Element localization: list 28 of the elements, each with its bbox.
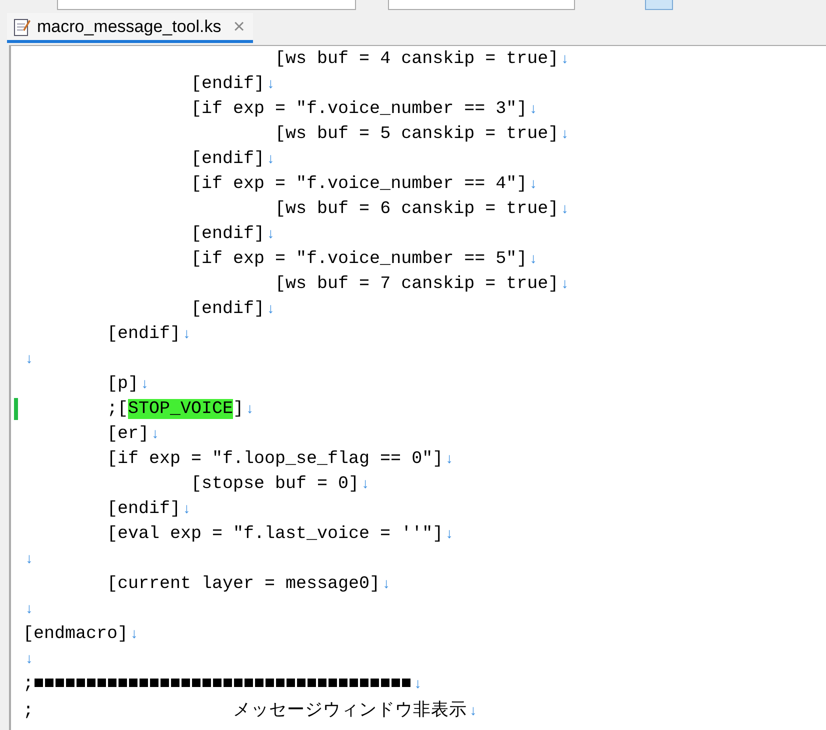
notepad-icon: [13, 16, 31, 36]
code-line: [ws buf = 6 canskip = true]↓: [274, 198, 569, 218]
code-line: ↓: [24, 600, 34, 618]
code-line: [if exp = ″f.voice_number == 3″]↓: [190, 98, 538, 118]
code-line: [current layer = message0]↓: [106, 574, 390, 594]
code-line: [endif]↓: [190, 298, 275, 318]
code-line: ↓: [24, 350, 34, 368]
code-line: ↓: [24, 650, 34, 668]
code-line: [ws buf = 5 canskip = true]↓: [274, 124, 569, 144]
code-line: [endif]↓: [106, 498, 191, 518]
file-tab[interactable]: macro_message_tool.ks ×: [7, 13, 253, 43]
code-line: ↓: [24, 550, 34, 568]
code-line: [endif]↓: [106, 324, 191, 344]
code-line: [ws buf = 7 canskip = true]↓: [274, 274, 569, 294]
code-line: [ws buf = 4 canskip = true]↓: [274, 48, 569, 68]
code-line: [p]↓: [106, 374, 149, 394]
code-line: [if exp = ″f.voice_number == 4″]↓: [190, 174, 538, 194]
code-line: [endif]↓: [190, 74, 275, 94]
code-line: [endif]↓: [190, 148, 275, 168]
code-line: [stopse buf = 0]↓: [190, 474, 370, 494]
code-line: ; メッセージウィンドウ非表示↓: [23, 700, 478, 720]
code-line: [er]↓: [106, 424, 160, 444]
code-line: [eval exp = ″f.last_voice = ''″]↓: [106, 524, 454, 544]
code-line: ;■■■■■■■■■■■■■■■■■■■■■■■■■■■■■■■■■■■■↓: [23, 674, 422, 694]
code-line: [endmacro]↓: [23, 624, 138, 644]
code-line: [if exp = ″f.voice_number == 5″]↓: [190, 248, 538, 268]
code-line: [if exp = ″f.loop_se_flag == 0″]↓: [106, 448, 454, 468]
code-line: [endif]↓: [190, 224, 275, 244]
